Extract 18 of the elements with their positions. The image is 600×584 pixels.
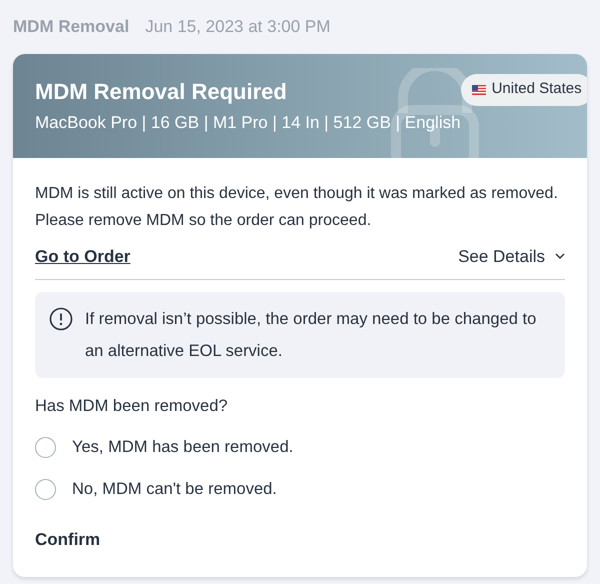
radio-option[interactable]: Yes, MDM has been removed. xyxy=(35,426,565,469)
notice-text: If removal isn’t possible, the order may need to be changed to an alternative EOL service. xyxy=(85,309,538,362)
banner-title: MDM Removal Required xyxy=(35,78,288,106)
radio-option[interactable]: No, MDM can't be removed. xyxy=(35,468,565,511)
message-text: MDM is still active on this device, even though it was marked as removed. Please remove MDM so the order can proceed. xyxy=(35,184,559,230)
timestamp: Jun 15, 2023 at 3:00 PM xyxy=(145,16,330,38)
see-details-button[interactable]: See Details xyxy=(458,244,565,269)
question-label: Has MDM been removed? xyxy=(35,396,229,417)
go-to-order-link[interactable]: Go to Order xyxy=(35,244,130,269)
info-icon xyxy=(49,307,73,331)
category-label: MDM Removal xyxy=(13,16,130,38)
confirm-button[interactable]: Confirm xyxy=(35,526,100,552)
flag-icon xyxy=(472,84,486,94)
radio-button[interactable] xyxy=(35,479,56,500)
chevron-icon xyxy=(555,253,565,260)
region-badge: United States xyxy=(460,74,587,106)
device-specs: MacBook Pro | 16 GB | M1 Pro | 14 In | 512 GB | English xyxy=(35,112,461,134)
radio-button[interactable] xyxy=(35,437,56,458)
